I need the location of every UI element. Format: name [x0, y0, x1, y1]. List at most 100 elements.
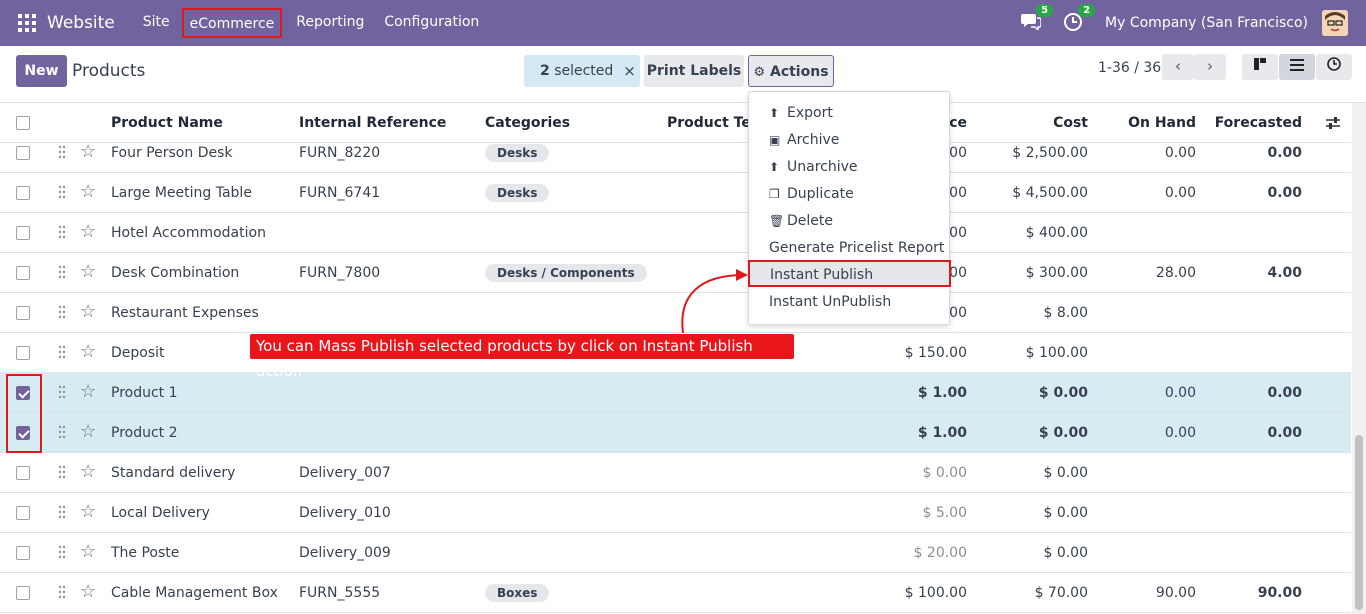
- drag-handle-icon[interactable]: [58, 265, 66, 279]
- scrollbar-thumb[interactable]: [1355, 435, 1363, 610]
- forecasted: [1206, 533, 1302, 573]
- favorite-star-icon[interactable]: ☆: [80, 453, 96, 491]
- drag-handle-icon[interactable]: [58, 425, 66, 439]
- favorite-star-icon[interactable]: ☆: [80, 413, 96, 451]
- user-avatar[interactable]: [1322, 10, 1348, 36]
- product-name[interactable]: Local Delivery: [111, 493, 210, 533]
- row-checkbox[interactable]: [16, 186, 30, 200]
- action-label: Archive: [787, 132, 840, 148]
- favorite-star-icon[interactable]: ☆: [80, 533, 96, 571]
- drag-handle-icon[interactable]: [58, 185, 66, 199]
- product-name[interactable]: Product 1: [111, 373, 178, 413]
- favorite-star-icon[interactable]: ☆: [80, 213, 96, 251]
- row-checkbox[interactable]: [16, 226, 30, 240]
- on-hand: [1100, 493, 1196, 533]
- drag-handle-icon[interactable]: [58, 385, 66, 399]
- table-row[interactable]: ☆ Cable Management Box FURN_5555 Boxes $ 100…: [0, 573, 1351, 613]
- favorite-star-icon[interactable]: ☆: [80, 573, 96, 611]
- product-name[interactable]: Restaurant Expenses: [111, 293, 259, 333]
- row-checkbox[interactable]: [16, 586, 30, 600]
- forecasted: [1206, 453, 1302, 493]
- favorite-star-icon[interactable]: ☆: [80, 333, 96, 371]
- favorite-star-icon[interactable]: ☆: [80, 293, 96, 331]
- row-checkbox[interactable]: [16, 146, 30, 160]
- favorite-star-icon[interactable]: ☆: [80, 253, 96, 291]
- drag-handle-icon[interactable]: [58, 225, 66, 239]
- menu-configuration[interactable]: Configuration: [374, 8, 489, 38]
- action-unarchive[interactable]: ⬆ Unarchive: [749, 154, 949, 181]
- table-row[interactable]: ☆ Product 2 $ 1.00 $ 0.00 0.00 0.00: [0, 413, 1351, 453]
- row-checkbox[interactable]: [16, 506, 30, 520]
- activity-view-icon[interactable]: [1316, 54, 1352, 80]
- favorite-star-icon[interactable]: ☆: [80, 493, 96, 531]
- drag-handle-icon[interactable]: [58, 305, 66, 319]
- app-brand[interactable]: Website: [47, 13, 115, 33]
- drag-handle-icon[interactable]: [58, 145, 66, 159]
- print-labels-button[interactable]: Print Labels: [644, 55, 744, 87]
- drag-handle-icon[interactable]: [58, 545, 66, 559]
- sales-price: $ 5.00: [922, 505, 967, 521]
- cost: $ 0.00: [1038, 385, 1088, 401]
- cost: $ 2,500.00: [1012, 145, 1088, 161]
- product-name[interactable]: Standard delivery: [111, 453, 235, 493]
- product-name[interactable]: Four Person Desk: [111, 133, 233, 173]
- action-duplicate[interactable]: ❐ Duplicate: [749, 181, 949, 208]
- action-archive[interactable]: ▣ Archive: [749, 127, 949, 154]
- kanban-view-icon[interactable]: [1242, 54, 1278, 80]
- product-name[interactable]: Large Meeting Table: [111, 173, 252, 213]
- product-name[interactable]: Cable Management Box: [111, 573, 278, 613]
- row-checkbox[interactable]: [16, 466, 30, 480]
- internal-reference: FURN_5555: [299, 585, 381, 601]
- table-row[interactable]: ☆ Product 1 $ 1.00 $ 0.00 0.00 0.00: [0, 373, 1351, 413]
- apps-menu-icon[interactable]: [18, 14, 36, 32]
- on-hand: [1100, 533, 1196, 573]
- control-panel: New Products 2 selected × Print Labels ⚙…: [0, 46, 1366, 103]
- table-row[interactable]: ☆ Standard delivery Delivery_007 $ 0.00 $ 0.…: [0, 453, 1351, 493]
- vertical-scrollbar[interactable]: [1352, 103, 1366, 614]
- row-checkbox[interactable]: [16, 546, 30, 560]
- table-row[interactable]: ☆ Four Person Desk FURN_8220 Desks .00 $ 2,50…: [0, 133, 1351, 173]
- clear-selection-icon[interactable]: ×: [623, 62, 636, 80]
- pager-previous-icon[interactable]: ‹: [1162, 54, 1194, 80]
- new-button[interactable]: New: [16, 55, 67, 87]
- product-name[interactable]: Product 2: [111, 413, 178, 453]
- table-row[interactable]: ☆ Large Meeting Table FURN_6741 Desks .00 $ 4…: [0, 173, 1351, 213]
- select-all-checkbox[interactable]: [16, 116, 30, 130]
- favorite-star-icon[interactable]: ☆: [80, 133, 96, 171]
- selection-indicator: 2 selected ×: [524, 55, 640, 87]
- drag-handle-icon[interactable]: [58, 345, 66, 359]
- menu-reporting[interactable]: Reporting: [286, 8, 374, 38]
- pager-next-icon[interactable]: ›: [1194, 54, 1226, 80]
- table-row[interactable]: ☆ Hotel Accommodation .00 $ 400.00: [0, 213, 1351, 253]
- row-checkbox[interactable]: [16, 346, 30, 360]
- messages-icon[interactable]: 5: [1021, 4, 1054, 34]
- drag-handle-icon[interactable]: [58, 465, 66, 479]
- company-switcher[interactable]: My Company (San Francisco): [1105, 15, 1308, 31]
- pager-value[interactable]: 1-36 / 36: [1098, 60, 1161, 76]
- product-name[interactable]: Desk Combination: [111, 253, 239, 293]
- table-row[interactable]: ☆ The Poste Delivery_009 $ 20.00 $ 0.00: [0, 533, 1351, 573]
- action-instant-publish[interactable]: Instant Publish: [748, 260, 951, 287]
- action-label: Delete: [787, 213, 833, 229]
- row-checkbox[interactable]: [16, 306, 30, 320]
- action-delete[interactable]: 🗑 Delete: [749, 208, 949, 235]
- drag-handle-icon[interactable]: [58, 505, 66, 519]
- product-name[interactable]: Deposit: [111, 333, 165, 373]
- action-instant-unpublish[interactable]: Instant UnPublish: [749, 289, 949, 316]
- action-label: Unarchive: [787, 159, 858, 175]
- actions-button[interactable]: ⚙ Actions: [748, 55, 834, 87]
- favorite-star-icon[interactable]: ☆: [80, 373, 96, 411]
- product-name[interactable]: Hotel Accommodation: [111, 213, 266, 253]
- product-name[interactable]: The Poste: [111, 533, 179, 573]
- table-row[interactable]: ☆ Local Delivery Delivery_010 $ 5.00 $ 0.00: [0, 493, 1351, 533]
- favorite-star-icon[interactable]: ☆: [80, 173, 96, 211]
- list-view-icon[interactable]: [1279, 54, 1315, 80]
- row-checkbox[interactable]: [16, 266, 30, 280]
- action-export[interactable]: ⬆ Export: [749, 100, 949, 127]
- action-generate-pricelist-report[interactable]: Generate Pricelist Report: [749, 235, 949, 262]
- drag-handle-icon[interactable]: [58, 585, 66, 599]
- column-settings-icon[interactable]: [1325, 115, 1341, 135]
- sales-price: $ 1.00: [917, 425, 967, 441]
- cost: $ 0.00: [1043, 505, 1088, 521]
- activities-clock-icon[interactable]: 2: [1063, 4, 1096, 34]
